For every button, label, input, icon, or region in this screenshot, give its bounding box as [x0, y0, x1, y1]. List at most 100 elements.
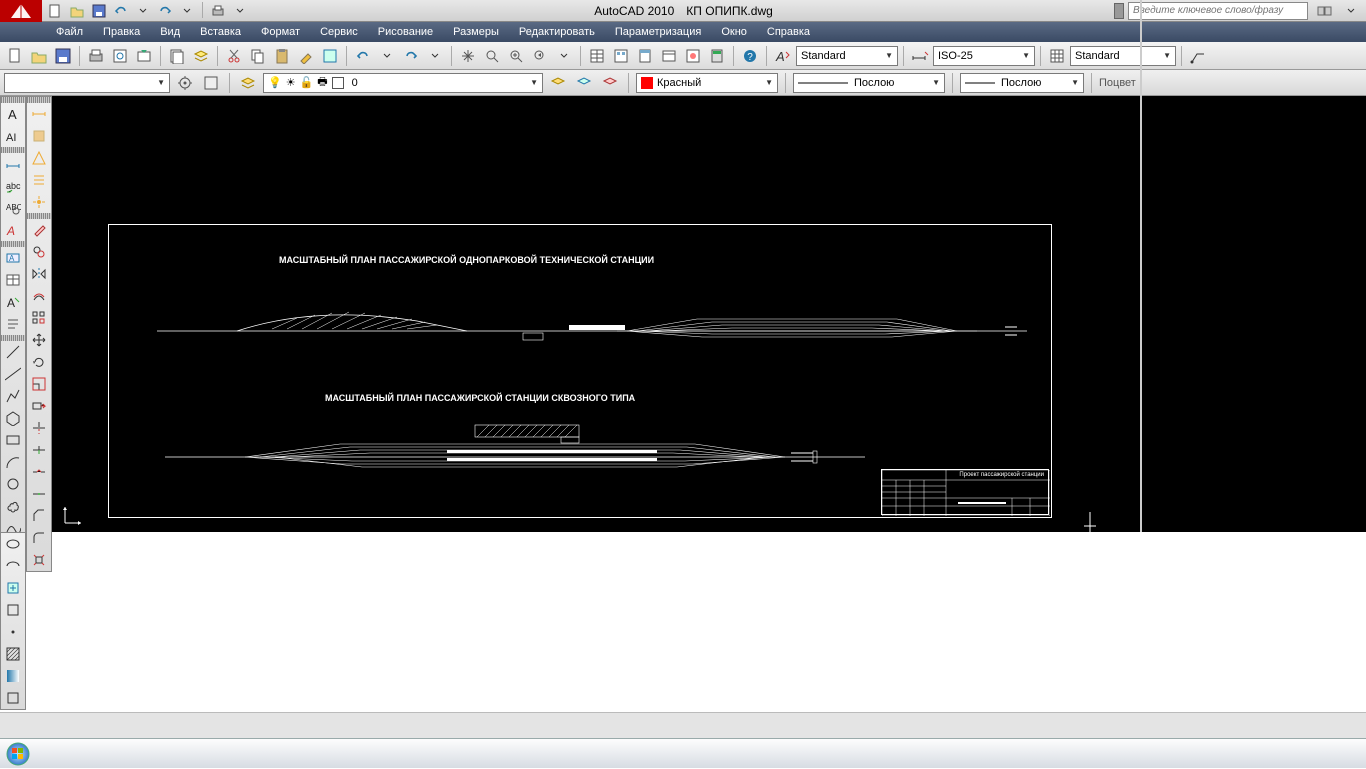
properties-icon[interactable]	[586, 45, 608, 67]
infocenter-icon[interactable]	[1314, 2, 1336, 20]
menu-draw[interactable]: Рисование	[368, 22, 443, 42]
start-button[interactable]	[0, 739, 36, 769]
fillet-icon[interactable]	[27, 527, 51, 549]
app-logo[interactable]	[0, 0, 42, 22]
redo-dropdown-icon[interactable]	[424, 45, 446, 67]
infocenter-handle[interactable]	[1114, 3, 1124, 19]
mirror-icon[interactable]	[27, 263, 51, 285]
gradient-icon[interactable]	[1, 665, 25, 687]
menu-window[interactable]: Окно	[711, 22, 757, 42]
line-icon[interactable]	[1, 341, 25, 363]
extend-icon[interactable]	[27, 439, 51, 461]
open-icon[interactable]	[28, 45, 50, 67]
copy-object-icon[interactable]	[27, 241, 51, 263]
table-style-icon[interactable]	[1046, 45, 1068, 67]
move-icon[interactable]	[27, 329, 51, 351]
undo-dropdown-icon[interactable]	[376, 45, 398, 67]
menu-tools[interactable]: Сервис	[310, 22, 368, 42]
sheet-set-icon[interactable]	[166, 45, 188, 67]
scale-text-icon[interactable]: A	[1, 291, 25, 313]
construction-line-icon[interactable]	[1, 363, 25, 385]
open-icon[interactable]	[68, 2, 86, 20]
insert-block-icon[interactable]	[1, 577, 25, 599]
workspace-combo[interactable]: ▼	[4, 73, 170, 93]
revcloud-icon[interactable]	[1, 495, 25, 517]
layer-icon[interactable]	[190, 45, 212, 67]
scale-icon[interactable]	[27, 373, 51, 395]
workspace-settings-icon[interactable]	[174, 72, 196, 94]
erase-icon[interactable]	[27, 219, 51, 241]
menu-modify[interactable]: Редактировать	[509, 22, 605, 42]
publish-icon[interactable]	[133, 45, 155, 67]
explode-icon[interactable]	[27, 549, 51, 571]
save-icon[interactable]	[52, 45, 74, 67]
dim-linear-icon[interactable]	[1, 153, 25, 175]
polygon-icon[interactable]	[1, 407, 25, 429]
id-point-icon[interactable]	[27, 191, 51, 213]
qat-dropdown-icon[interactable]	[134, 2, 152, 20]
zoom-realtime-icon[interactable]	[481, 45, 503, 67]
model-space[interactable]: МАСШТАБНЫЙ ПЛАН ПАССАЖИРСКОЙ ОДНОПАРКОВО…	[52, 96, 1366, 532]
redo-icon[interactable]	[156, 2, 174, 20]
menu-dimension[interactable]: Размеры	[443, 22, 509, 42]
workspace-save-icon[interactable]	[200, 72, 222, 94]
new-icon[interactable]	[4, 45, 26, 67]
justify-text-icon[interactable]	[1, 313, 25, 335]
distance-icon[interactable]	[27, 103, 51, 125]
linetype-combo[interactable]: Послою ▼	[793, 73, 945, 93]
break-icon[interactable]	[27, 461, 51, 483]
stretch-icon[interactable]	[27, 395, 51, 417]
rectangle-icon[interactable]	[1, 429, 25, 451]
menu-format[interactable]: Формат	[251, 22, 310, 42]
menu-file[interactable]: Файл	[46, 22, 93, 42]
layer-manager-icon[interactable]	[237, 72, 259, 94]
make-block-icon[interactable]	[1, 599, 25, 621]
single-text-icon[interactable]: AI	[1, 125, 25, 147]
table-icon[interactable]	[1, 269, 25, 291]
layer-states-icon[interactable]	[573, 72, 595, 94]
circle-icon[interactable]	[1, 473, 25, 495]
markup-icon[interactable]	[682, 45, 704, 67]
mleader-style-icon[interactable]	[1187, 45, 1209, 67]
plot-icon[interactable]	[85, 45, 107, 67]
match-properties-icon[interactable]	[295, 45, 317, 67]
point-icon[interactable]	[1, 621, 25, 643]
find-text-icon[interactable]: ABC	[1, 197, 25, 219]
color-combo[interactable]: Красный ▼	[636, 73, 778, 93]
ellipse-arc-icon[interactable]	[1, 555, 25, 577]
sheet-manager-icon[interactable]	[658, 45, 680, 67]
region-icon[interactable]	[27, 147, 51, 169]
save-icon[interactable]	[90, 2, 108, 20]
dropdown-icon[interactable]	[1340, 2, 1362, 20]
qat-dropdown-icon[interactable]	[231, 2, 249, 20]
ellipse-icon[interactable]	[1, 533, 25, 555]
hatch-icon[interactable]	[1, 643, 25, 665]
area-icon[interactable]	[27, 125, 51, 147]
layer-combo[interactable]: 💡 ☀ 🔓 🖶 0 ▼	[263, 73, 543, 93]
menu-help[interactable]: Справка	[757, 22, 820, 42]
design-center-icon[interactable]	[610, 45, 632, 67]
paste-icon[interactable]	[271, 45, 293, 67]
array-icon[interactable]	[27, 307, 51, 329]
menu-view[interactable]: Вид	[150, 22, 190, 42]
zoom-previous-icon[interactable]	[529, 45, 551, 67]
menu-edit[interactable]: Правка	[93, 22, 150, 42]
tool-palettes-icon[interactable]	[634, 45, 656, 67]
region-icon[interactable]	[1, 687, 25, 709]
zoom-window-icon[interactable]	[505, 45, 527, 67]
pan-icon[interactable]	[457, 45, 479, 67]
copy-icon[interactable]	[247, 45, 269, 67]
mtext-icon[interactable]: A	[1, 103, 25, 125]
help-icon[interactable]: ?	[739, 45, 761, 67]
spell-check-icon[interactable]: abc	[1, 175, 25, 197]
block-editor-icon[interactable]	[319, 45, 341, 67]
rotate-icon[interactable]	[27, 351, 51, 373]
arc-icon[interactable]	[1, 451, 25, 473]
qat-dropdown-icon[interactable]	[178, 2, 196, 20]
join-icon[interactable]	[27, 483, 51, 505]
field-icon[interactable]: A	[1, 247, 25, 269]
plot-preview-icon[interactable]	[109, 45, 131, 67]
undo-icon[interactable]	[112, 2, 130, 20]
undo-icon[interactable]	[352, 45, 374, 67]
print-icon[interactable]	[209, 2, 227, 20]
